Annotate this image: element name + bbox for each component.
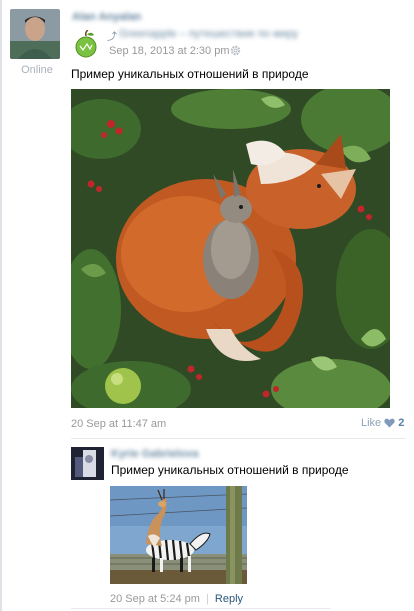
like-count: 2 [398, 417, 405, 429]
post-text: Пример уникальных отношений в природе [71, 67, 309, 81]
like-label: Like [361, 417, 382, 429]
post-date[interactable]: Sep 18, 2013 at 2:30 pm [109, 45, 229, 57]
author-name[interactable]: Alan Anyalan [72, 11, 141, 23]
group-name[interactable]: Greenapple – путешествие по миру [119, 28, 298, 40]
comment-date[interactable]: 20 Sep at 5:24 pm [110, 593, 200, 605]
footer-separator: | [205, 593, 209, 605]
repost-icon: ⤴ [107, 32, 117, 43]
comment-avatar[interactable] [71, 447, 104, 480]
comment-author[interactable]: Kyrie Gabrielova [111, 448, 198, 460]
left-border [0, 0, 2, 611]
reply-link[interactable]: Reply [215, 593, 243, 605]
comment-photo[interactable] [110, 486, 247, 584]
green-apple-icon[interactable] [74, 29, 98, 58]
divider [71, 438, 406, 439]
comment-footer: 20 Sep at 5:24 pm | Reply [110, 593, 243, 605]
post-photo[interactable] [71, 89, 390, 408]
comment-text: Пример уникальных отношений в природе [111, 463, 349, 477]
divider [71, 608, 331, 609]
like-button[interactable]: Like 2 [361, 417, 404, 429]
author-avatar[interactable] [10, 9, 60, 59]
heart-icon [384, 418, 395, 428]
gear-icon[interactable] [230, 45, 241, 56]
post-footer-date[interactable]: 20 Sep at 11:47 am [71, 418, 166, 430]
online-status: Online [21, 64, 53, 76]
